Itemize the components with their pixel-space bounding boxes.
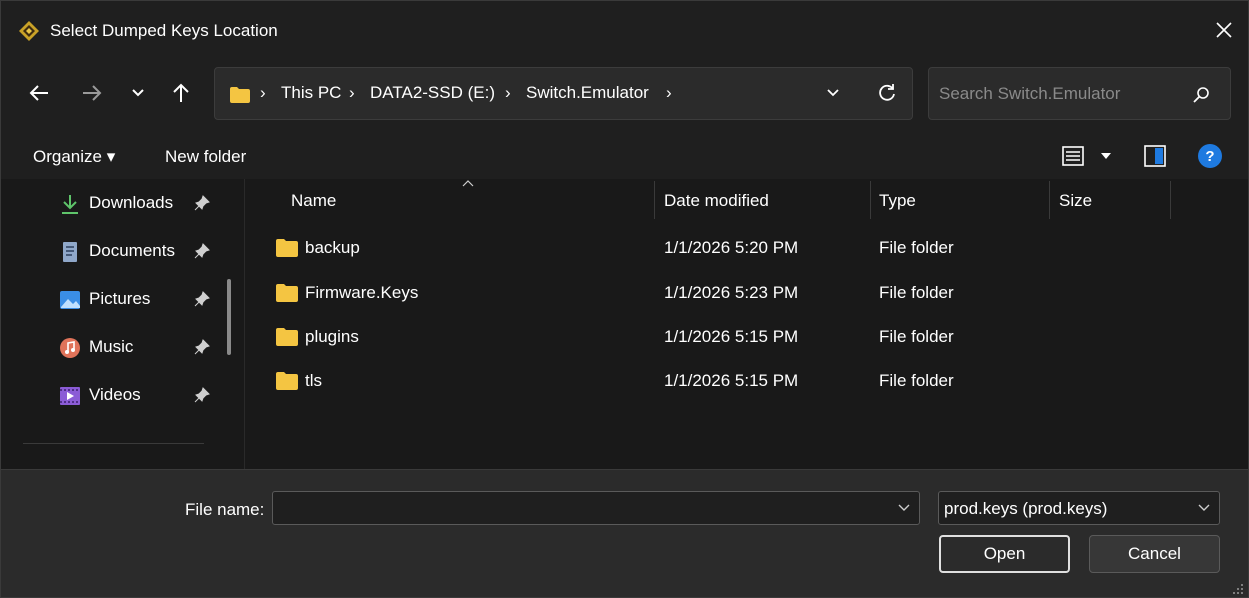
up-button[interactable] bbox=[166, 78, 196, 108]
chevron-down-icon[interactable] bbox=[1197, 502, 1211, 514]
file-type-select[interactable]: prod.keys (prod.keys) bbox=[938, 491, 1220, 525]
nav-item-label: Music bbox=[89, 337, 134, 356]
navigation-pane: Downloads Documents Pictures Music Video… bbox=[1, 179, 244, 469]
title-bar: Select Dumped Keys Location bbox=[1, 1, 1248, 56]
table-row[interactable]: backup 1/1/2026 5:20 PM File folder bbox=[245, 228, 1245, 268]
help-icon[interactable]: ? bbox=[1198, 144, 1222, 168]
nav-item-documents[interactable]: Documents bbox=[57, 237, 227, 267]
pin-icon[interactable] bbox=[194, 387, 210, 403]
column-divider[interactable] bbox=[1049, 181, 1050, 219]
new-folder-button[interactable]: New folder bbox=[165, 147, 246, 167]
table-row[interactable]: tls 1/1/2026 5:15 PM File folder bbox=[245, 361, 1245, 401]
chevron-down-icon bbox=[132, 89, 144, 97]
download-icon bbox=[62, 195, 78, 214]
address-bar[interactable]: › This PC › DATA2-SSD (E:) › Switch.Emul… bbox=[214, 67, 913, 120]
file-date: 1/1/2026 5:15 PM bbox=[664, 371, 799, 390]
column-divider[interactable] bbox=[870, 181, 871, 219]
arrow-left-icon bbox=[29, 85, 48, 101]
search-icon bbox=[1193, 87, 1209, 103]
nav-item-label: Downloads bbox=[89, 193, 174, 212]
nav-item-label: Videos bbox=[89, 385, 141, 404]
pin-icon[interactable] bbox=[194, 291, 210, 307]
file-date: 1/1/2026 5:23 PM bbox=[664, 283, 799, 302]
nav-divider bbox=[23, 443, 204, 444]
resize-grip-icon[interactable] bbox=[1230, 581, 1244, 595]
file-name: plugins bbox=[305, 327, 359, 346]
file-dialog: Select Dumped Keys Location › This PC › … bbox=[0, 0, 1249, 598]
file-date: 1/1/2026 5:15 PM bbox=[664, 327, 799, 346]
file-type: File folder bbox=[879, 327, 954, 346]
documents-icon bbox=[63, 242, 77, 262]
back-button[interactable] bbox=[24, 78, 54, 108]
folder-icon bbox=[230, 87, 250, 103]
column-header-name[interactable]: Name bbox=[291, 191, 336, 211]
folder-icon bbox=[276, 372, 298, 390]
pictures-icon bbox=[60, 291, 80, 309]
nav-item-label: Documents bbox=[89, 241, 175, 260]
file-name-label: File name: bbox=[185, 500, 265, 519]
forward-button[interactable] bbox=[77, 78, 107, 108]
breadcrumb-separator: › bbox=[505, 83, 511, 102]
command-bar: Organize ▾ New folder ? bbox=[1, 132, 1248, 179]
file-date: 1/1/2026 5:20 PM bbox=[664, 238, 799, 257]
breadcrumb-separator: › bbox=[260, 83, 266, 102]
close-icon[interactable] bbox=[1212, 18, 1236, 42]
organize-button[interactable]: Organize ▾ bbox=[33, 147, 115, 167]
navigation-bar: › This PC › DATA2-SSD (E:) › Switch.Emul… bbox=[1, 56, 1248, 132]
nav-scrollbar[interactable] bbox=[227, 279, 231, 355]
folder-icon bbox=[276, 284, 298, 302]
file-type-value: prod.keys (prod.keys) bbox=[944, 499, 1108, 518]
pin-icon[interactable] bbox=[194, 195, 210, 211]
music-icon bbox=[60, 338, 80, 358]
breadcrumb-separator[interactable]: › bbox=[666, 83, 672, 103]
recent-locations-button[interactable] bbox=[123, 78, 153, 108]
file-name-combobox[interactable] bbox=[272, 491, 920, 525]
column-divider[interactable] bbox=[1170, 181, 1171, 219]
caret-down-icon[interactable] bbox=[1100, 152, 1112, 160]
sort-ascending-icon bbox=[462, 180, 474, 187]
file-name: Firmware.Keys bbox=[305, 283, 419, 302]
videos-icon bbox=[60, 387, 80, 405]
column-divider[interactable] bbox=[654, 181, 655, 219]
file-type: File folder bbox=[879, 283, 954, 302]
view-options-icon[interactable] bbox=[1061, 144, 1085, 168]
cancel-button[interactable]: Cancel bbox=[1089, 535, 1220, 573]
nav-item-label: Pictures bbox=[89, 289, 151, 308]
table-row[interactable]: Firmware.Keys 1/1/2026 5:23 PM File fold… bbox=[245, 273, 1245, 313]
breadcrumb-this-pc[interactable]: This PC bbox=[281, 83, 341, 103]
column-header-size[interactable]: Size bbox=[1059, 191, 1092, 211]
folder-icon bbox=[276, 239, 298, 257]
chevron-down-icon[interactable] bbox=[897, 502, 911, 514]
column-header-type[interactable]: Type bbox=[879, 191, 916, 211]
file-name: backup bbox=[305, 238, 360, 257]
arrow-up-icon bbox=[173, 83, 189, 102]
file-type: File folder bbox=[879, 371, 954, 390]
nav-item-downloads[interactable]: Downloads bbox=[57, 189, 227, 219]
file-name-input[interactable] bbox=[279, 497, 879, 519]
app-icon bbox=[19, 21, 39, 41]
breadcrumb-separator: › bbox=[349, 83, 355, 102]
file-name: tls bbox=[305, 371, 322, 390]
pin-icon[interactable] bbox=[194, 243, 210, 259]
refresh-icon[interactable] bbox=[876, 82, 898, 104]
dialog-title: Select Dumped Keys Location bbox=[50, 21, 278, 40]
preview-pane-icon[interactable] bbox=[1143, 144, 1167, 168]
arrow-right-icon bbox=[83, 85, 102, 101]
search-input[interactable] bbox=[939, 82, 1179, 106]
footer-panel: File name: prod.keys (prod.keys) Open Ca… bbox=[1, 469, 1248, 597]
breadcrumb-switch-emulator[interactable]: Switch.Emulator bbox=[526, 83, 649, 103]
breadcrumb-drive[interactable]: DATA2-SSD (E:) bbox=[370, 83, 495, 103]
table-row[interactable]: plugins 1/1/2026 5:15 PM File folder bbox=[245, 317, 1245, 357]
file-type: File folder bbox=[879, 238, 954, 257]
open-button[interactable]: Open bbox=[939, 535, 1070, 573]
folder-icon bbox=[276, 328, 298, 346]
chevron-down-icon[interactable] bbox=[825, 85, 841, 101]
file-list: Name Date modified Type Size backup 1/1/… bbox=[245, 179, 1248, 469]
pin-icon[interactable] bbox=[194, 339, 210, 355]
nav-item-music[interactable]: Music bbox=[57, 333, 227, 363]
search-box[interactable] bbox=[928, 67, 1231, 120]
column-header-date[interactable]: Date modified bbox=[664, 191, 769, 211]
nav-item-videos[interactable]: Videos bbox=[57, 381, 227, 411]
nav-item-pictures[interactable]: Pictures bbox=[57, 285, 227, 315]
